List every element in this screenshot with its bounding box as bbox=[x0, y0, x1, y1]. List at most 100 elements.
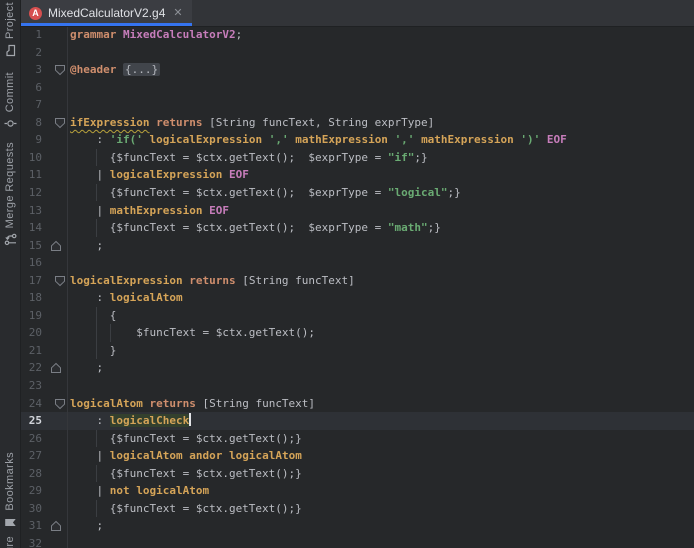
line-number[interactable]: 27 bbox=[20, 447, 42, 465]
code-text: {$funcText = $ctx.getText(); $exprType =… bbox=[70, 149, 428, 167]
line-number[interactable]: 32 bbox=[20, 535, 42, 548]
line-number[interactable]: 3 bbox=[20, 61, 42, 79]
code-line-25[interactable]: 25 : logicalCheck bbox=[20, 412, 694, 430]
sidebar-item-label: Bookmarks bbox=[4, 452, 16, 511]
sidebar-item-project[interactable]: Project bbox=[0, 2, 20, 57]
code-line-11[interactable]: 11 | logicalExpression EOF bbox=[20, 166, 694, 184]
code-text: ; bbox=[70, 237, 103, 255]
line-number[interactable]: 24 bbox=[20, 395, 42, 413]
code-line-19[interactable]: 19 { bbox=[20, 307, 694, 325]
code-text: {$funcText = $ctx.getText();} bbox=[70, 500, 302, 518]
fold-collapse-icon[interactable] bbox=[54, 275, 68, 287]
line-number[interactable]: 14 bbox=[20, 219, 42, 237]
line-number[interactable]: 10 bbox=[20, 149, 42, 167]
line-number[interactable]: 23 bbox=[20, 377, 42, 395]
line-number[interactable]: 31 bbox=[20, 517, 42, 535]
code-line-13[interactable]: 13 | mathExpression EOF bbox=[20, 202, 694, 220]
tab-label: MixedCalculatorV2.g4 bbox=[48, 6, 165, 20]
code-line-26[interactable]: 26 {$funcText = $ctx.getText();} bbox=[20, 430, 694, 448]
code-text: @header {...} bbox=[70, 61, 160, 79]
line-number[interactable]: 29 bbox=[20, 482, 42, 500]
line-number[interactable]: 20 bbox=[20, 324, 42, 342]
line-number[interactable]: 13 bbox=[20, 202, 42, 220]
line-number[interactable]: 19 bbox=[20, 307, 42, 325]
code-line-32[interactable]: 32 bbox=[20, 535, 694, 548]
code-text: ifExpression returns [String funcText, S… bbox=[70, 114, 434, 132]
code-text: : logicalCheck bbox=[70, 412, 191, 430]
sidebar-item-commit[interactable]: Commit bbox=[0, 72, 20, 130]
code-text: grammar MixedCalculatorV2; bbox=[70, 26, 242, 44]
code-line-3[interactable]: 3 @header {...} bbox=[20, 61, 694, 79]
line-number[interactable]: 30 bbox=[20, 500, 42, 518]
line-number[interactable]: 26 bbox=[20, 430, 42, 448]
fold-collapse-icon[interactable] bbox=[54, 117, 68, 129]
code-line-1[interactable]: 1 grammar MixedCalculatorV2; bbox=[20, 26, 694, 44]
code-line-23[interactable]: 23 bbox=[20, 377, 694, 395]
code-line-28[interactable]: 28 {$funcText = $ctx.getText();} bbox=[20, 465, 694, 483]
line-number[interactable]: 21 bbox=[20, 342, 42, 360]
line-number[interactable]: 7 bbox=[20, 96, 42, 114]
code-line-7[interactable]: 7 bbox=[20, 96, 694, 114]
code-line-14[interactable]: 14 {$funcText = $ctx.getText(); $exprTyp… bbox=[20, 219, 694, 237]
close-icon[interactable]: ✕ bbox=[171, 8, 182, 19]
ide-window: Project Commit Merge Requests Bookmarks Stru… bbox=[0, 0, 694, 548]
line-number[interactable]: 15 bbox=[20, 237, 42, 255]
code-line-31[interactable]: 31 ; bbox=[20, 517, 694, 535]
line-number[interactable]: 11 bbox=[20, 166, 42, 184]
code-line-17[interactable]: 17logicalExpression returns [String func… bbox=[20, 272, 694, 290]
line-number[interactable]: 2 bbox=[20, 44, 42, 62]
code-line-22[interactable]: 22 ; bbox=[20, 359, 694, 377]
code-text: logicalAtom returns [String funcText] bbox=[70, 395, 315, 413]
code-line-27[interactable]: 27 | logicalAtom andor logicalAtom bbox=[20, 447, 694, 465]
line-number[interactable]: 18 bbox=[20, 289, 42, 307]
code-line-24[interactable]: 24 logicalAtom returns [String funcText] bbox=[20, 395, 694, 413]
code-text: | not logicalAtom bbox=[70, 482, 209, 500]
code-line-8[interactable]: 8 ifExpression returns [String funcText, … bbox=[20, 114, 694, 132]
fold-end-icon[interactable] bbox=[50, 240, 64, 252]
sidebar-item-label: Project bbox=[4, 2, 16, 39]
sidebar-item-structure[interactable]: Structure bbox=[0, 536, 20, 548]
code-line-21[interactable]: 21 } bbox=[20, 342, 694, 360]
code-line-16[interactable]: 16 bbox=[20, 254, 694, 272]
line-number[interactable]: 17 bbox=[20, 272, 42, 290]
folder-icon bbox=[4, 44, 17, 57]
code-line-18[interactable]: 18 : logicalAtom bbox=[20, 289, 694, 307]
sidebar-item-merge-requests[interactable]: Merge Requests bbox=[0, 142, 20, 246]
code-text: : 'if(' logicalExpression ',' mathExpres… bbox=[70, 131, 567, 149]
code-line-30[interactable]: 30 {$funcText = $ctx.getText();} bbox=[20, 500, 694, 518]
merge-request-icon bbox=[4, 233, 17, 246]
antlr-grammar-file-icon: A bbox=[29, 7, 42, 20]
sidebar-item-bookmarks[interactable]: Bookmarks bbox=[0, 452, 20, 529]
bookmarks-icon bbox=[4, 516, 17, 529]
code-line-6[interactable]: 6 bbox=[20, 79, 694, 97]
editor-tab-bar: A MixedCalculatorV2.g4 ✕ bbox=[20, 0, 694, 27]
code-line-9[interactable]: 9 : 'if(' logicalExpression ',' mathExpr… bbox=[20, 131, 694, 149]
code-text: { bbox=[70, 307, 116, 325]
line-number[interactable]: 28 bbox=[20, 465, 42, 483]
code-line-10[interactable]: 10 {$funcText = $ctx.getText(); $exprTyp… bbox=[20, 149, 694, 167]
code-line-15[interactable]: 15 ; bbox=[20, 237, 694, 255]
line-number[interactable]: 22 bbox=[20, 359, 42, 377]
line-number[interactable]: 6 bbox=[20, 79, 42, 97]
fold-end-icon[interactable] bbox=[50, 520, 64, 532]
code-editor[interactable]: 1 grammar MixedCalculatorV2; 23 @header {..… bbox=[20, 26, 694, 548]
text-caret bbox=[189, 413, 191, 426]
sidebar-item-label: Commit bbox=[4, 72, 16, 112]
line-number[interactable]: 8 bbox=[20, 114, 42, 132]
line-number[interactable]: 9 bbox=[20, 131, 42, 149]
code-line-20[interactable]: 20 $funcText = $ctx.getText(); bbox=[20, 324, 694, 342]
line-number[interactable]: 16 bbox=[20, 254, 42, 272]
fold-collapse-icon[interactable] bbox=[54, 64, 68, 76]
code-line-2[interactable]: 2 bbox=[20, 44, 694, 62]
code-text: ; bbox=[70, 517, 103, 535]
line-number[interactable]: 25 bbox=[20, 412, 42, 430]
code-line-12[interactable]: 12 {$funcText = $ctx.getText(); $exprTyp… bbox=[20, 184, 694, 202]
fold-collapse-icon[interactable] bbox=[54, 398, 68, 410]
line-number[interactable]: 12 bbox=[20, 184, 42, 202]
fold-end-icon[interactable] bbox=[50, 362, 64, 374]
sidebar-item-label: Structure bbox=[4, 536, 16, 548]
tab-mixedcalculatorv2-g4[interactable]: A MixedCalculatorV2.g4 ✕ bbox=[20, 0, 192, 26]
line-number[interactable]: 1 bbox=[20, 26, 42, 44]
code-text: | mathExpression EOF bbox=[70, 202, 229, 220]
code-line-29[interactable]: 29 | not logicalAtom bbox=[20, 482, 694, 500]
